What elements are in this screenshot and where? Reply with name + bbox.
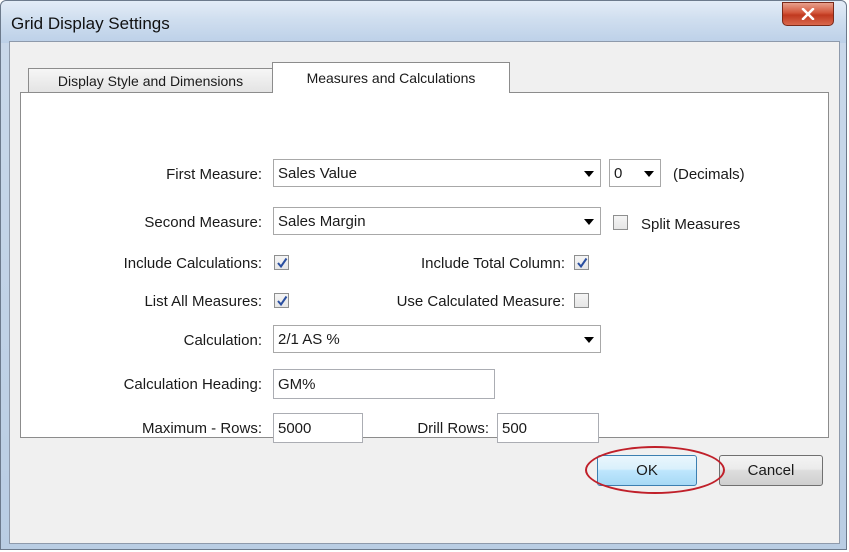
second-measure-value: Sales Margin xyxy=(278,213,366,230)
second-measure-label: Second Measure: xyxy=(144,214,262,231)
include-total-column-label: Include Total Column: xyxy=(421,255,565,272)
dropdown-arrow-icon xyxy=(644,171,654,177)
tab-panel: First Measure: Sales Value 0 (Decimals) … xyxy=(20,92,829,443)
checkmark-icon xyxy=(277,257,288,269)
drill-rows-label: Drill Rows: xyxy=(417,420,489,437)
include-calculations-label: Include Calculations: xyxy=(123,255,262,272)
use-calculated-measure-checkbox[interactable] xyxy=(574,293,589,308)
checkmark-icon xyxy=(577,257,588,269)
decimals-value: 0 xyxy=(614,165,623,182)
tab-measures-calculations[interactable]: Measures and Calculations xyxy=(272,62,510,93)
close-button[interactable] xyxy=(782,2,834,26)
use-calculated-measure-label: Use Calculated Measure: xyxy=(396,293,565,310)
calculation-heading-input[interactable]: GM% xyxy=(273,369,495,399)
cancel-button[interactable]: Cancel xyxy=(719,455,823,486)
list-all-measures-checkbox[interactable] xyxy=(274,293,289,308)
decimals-label: (Decimals) xyxy=(673,166,745,183)
drill-rows-input[interactable]: 500 xyxy=(497,413,599,443)
dropdown-arrow-icon xyxy=(584,337,594,343)
dropdown-arrow-icon xyxy=(584,219,594,225)
first-measure-label: First Measure: xyxy=(166,166,262,183)
second-measure-select[interactable]: Sales Margin xyxy=(273,207,601,235)
list-all-measures-label: List All Measures: xyxy=(144,293,262,310)
highlight-circle xyxy=(585,446,725,494)
dropdown-arrow-icon xyxy=(584,171,594,177)
title-bar[interactable]: Grid Display Settings xyxy=(1,1,846,43)
checkmark-icon xyxy=(277,295,288,307)
include-total-column-checkbox[interactable] xyxy=(574,255,589,270)
maximum-rows-label: Maximum - Rows: xyxy=(141,420,262,437)
include-calculations-checkbox[interactable] xyxy=(274,255,289,270)
tab-display-style[interactable]: Display Style and Dimensions xyxy=(28,68,273,92)
close-x-icon xyxy=(801,8,815,20)
calculation-select[interactable]: 2/1 AS % xyxy=(273,325,601,353)
split-measures-checkbox[interactable] xyxy=(613,215,628,230)
maximum-rows-input[interactable]: 5000 xyxy=(273,413,363,443)
first-measure-value: Sales Value xyxy=(278,165,357,182)
decimals-select[interactable]: 0 xyxy=(609,159,661,187)
dialog-window: Grid Display Settings Display Style and … xyxy=(0,0,847,550)
calculation-label: Calculation: xyxy=(183,332,262,349)
calculation-heading-label: Calculation Heading: xyxy=(123,376,262,393)
split-measures-label: Split Measures xyxy=(641,216,741,233)
window-title: Grid Display Settings xyxy=(11,14,170,33)
calculation-value: 2/1 AS % xyxy=(278,331,340,348)
first-measure-select[interactable]: Sales Value xyxy=(273,159,601,187)
